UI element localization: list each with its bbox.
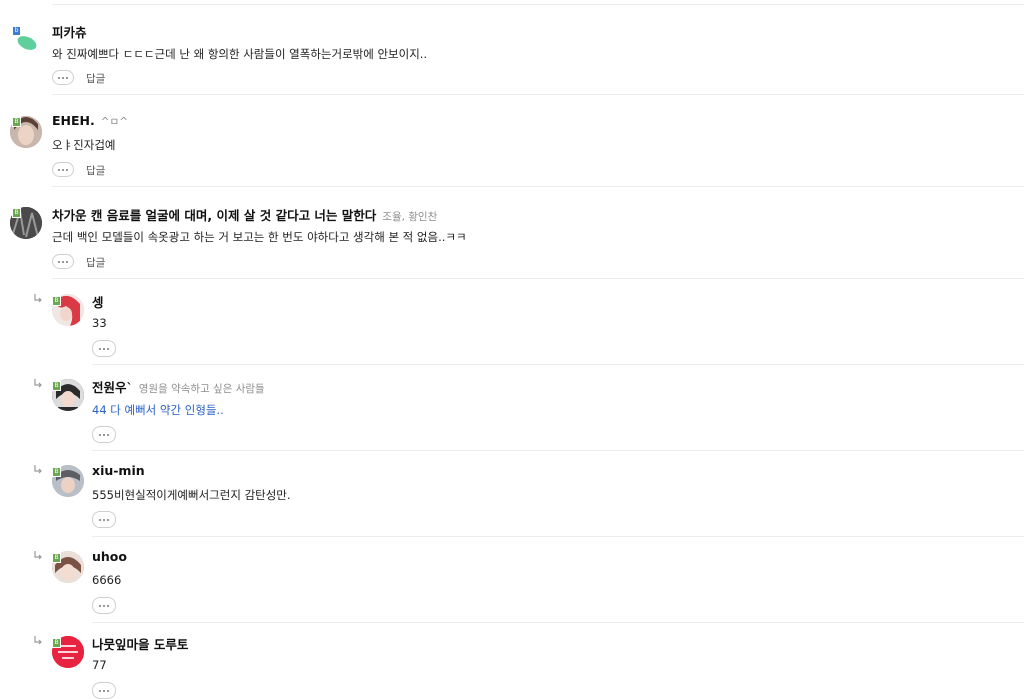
level-badge: B xyxy=(52,381,61,391)
reply-arrow-icon xyxy=(34,465,42,474)
more-options-button[interactable] xyxy=(52,254,74,269)
level-badge: B xyxy=(52,467,61,477)
comment-author[interactable]: uhoo xyxy=(92,549,127,564)
comment-author[interactable]: 차가운 캔 음료를 얼굴에 대며, 이제 살 것 같다고 너는 말한다 조율, 황… xyxy=(52,205,437,224)
comment-author[interactable]: EHEH. ^ㅁ^ xyxy=(52,113,128,129)
comment-author[interactable]: 피카츄 xyxy=(52,22,87,41)
reply-arrow-icon xyxy=(34,294,42,303)
author-name[interactable]: 피카츄 xyxy=(52,25,87,40)
comment-text: 33 xyxy=(92,316,107,330)
author-name[interactable]: 셍 xyxy=(92,295,104,310)
comment-divider xyxy=(92,364,1024,365)
comment-divider xyxy=(92,622,1024,623)
comment-divider xyxy=(52,94,1024,95)
comment-text: 와 진짜예쁘다 ㄷㄷㄷ근데 난 왜 항의한 사람들이 열폭하는거로밖에 안보이지… xyxy=(52,47,428,61)
comment-author[interactable]: 셍 xyxy=(92,292,104,311)
reply-button[interactable]: 답글 xyxy=(86,255,105,270)
level-badge: B xyxy=(12,208,21,218)
comment-text: 6666 xyxy=(92,573,122,587)
comment-text: 555비현실적이게예뻐서그런지 감탄성만. xyxy=(92,488,291,502)
comment-divider xyxy=(92,536,1024,537)
author-subtitle: ^ㅁ^ xyxy=(100,116,129,128)
more-options-button[interactable] xyxy=(52,70,74,85)
avatar[interactable] xyxy=(12,30,40,52)
comment-text: 44 다 예뻐서 약간 인형들.. xyxy=(92,403,224,417)
author-name[interactable]: 차가운 캔 음료를 얼굴에 대며, 이제 살 것 같다고 너는 말한다 xyxy=(52,208,376,223)
comment-text: 오ㅑ진자겁예 xyxy=(52,138,116,152)
more-options-button[interactable] xyxy=(92,340,116,357)
author-name[interactable]: 전원우` xyxy=(92,380,133,395)
more-options-button[interactable] xyxy=(52,162,74,177)
top-divider xyxy=(52,4,1024,5)
more-options-button[interactable] xyxy=(92,597,116,614)
reply-arrow-icon xyxy=(34,551,42,560)
comment-text: 77 xyxy=(92,658,107,672)
comment-divider xyxy=(52,186,1024,187)
level-badge: B xyxy=(52,638,61,648)
reply-arrow-icon xyxy=(34,636,42,645)
reply-button[interactable]: 답글 xyxy=(86,163,105,178)
reply-arrow-icon xyxy=(34,379,42,388)
more-options-button[interactable] xyxy=(92,426,116,443)
comment-author[interactable]: 나뭇잎마을 도루토 xyxy=(92,634,188,653)
author-name[interactable]: EHEH. xyxy=(52,113,95,128)
level-badge: B xyxy=(52,296,61,306)
comment-author[interactable]: 전원우` 영원을 약속하고 싶은 사람들 xyxy=(92,377,265,396)
comment-text: 근데 백인 모델들이 속옷광고 하는 거 보고는 한 번도 야하다고 생각해 본… xyxy=(52,230,467,244)
level-badge: B xyxy=(12,117,21,127)
author-name[interactable]: uhoo xyxy=(92,549,127,564)
leaf-icon xyxy=(17,36,37,50)
author-subtitle: 조율, 황인찬 xyxy=(382,211,438,223)
author-subtitle: 영원을 약속하고 싶은 사람들 xyxy=(138,383,265,395)
comment-divider xyxy=(92,450,1024,451)
reply-button[interactable]: 답글 xyxy=(86,71,105,86)
more-options-button[interactable] xyxy=(92,511,116,528)
author-name[interactable]: 나뭇잎마을 도루토 xyxy=(92,637,188,652)
level-badge: B xyxy=(52,553,61,563)
comment-author[interactable]: xiu-min xyxy=(92,463,145,478)
comment-divider xyxy=(52,278,1024,279)
author-name[interactable]: xiu-min xyxy=(92,463,145,478)
more-options-button[interactable] xyxy=(92,682,116,699)
